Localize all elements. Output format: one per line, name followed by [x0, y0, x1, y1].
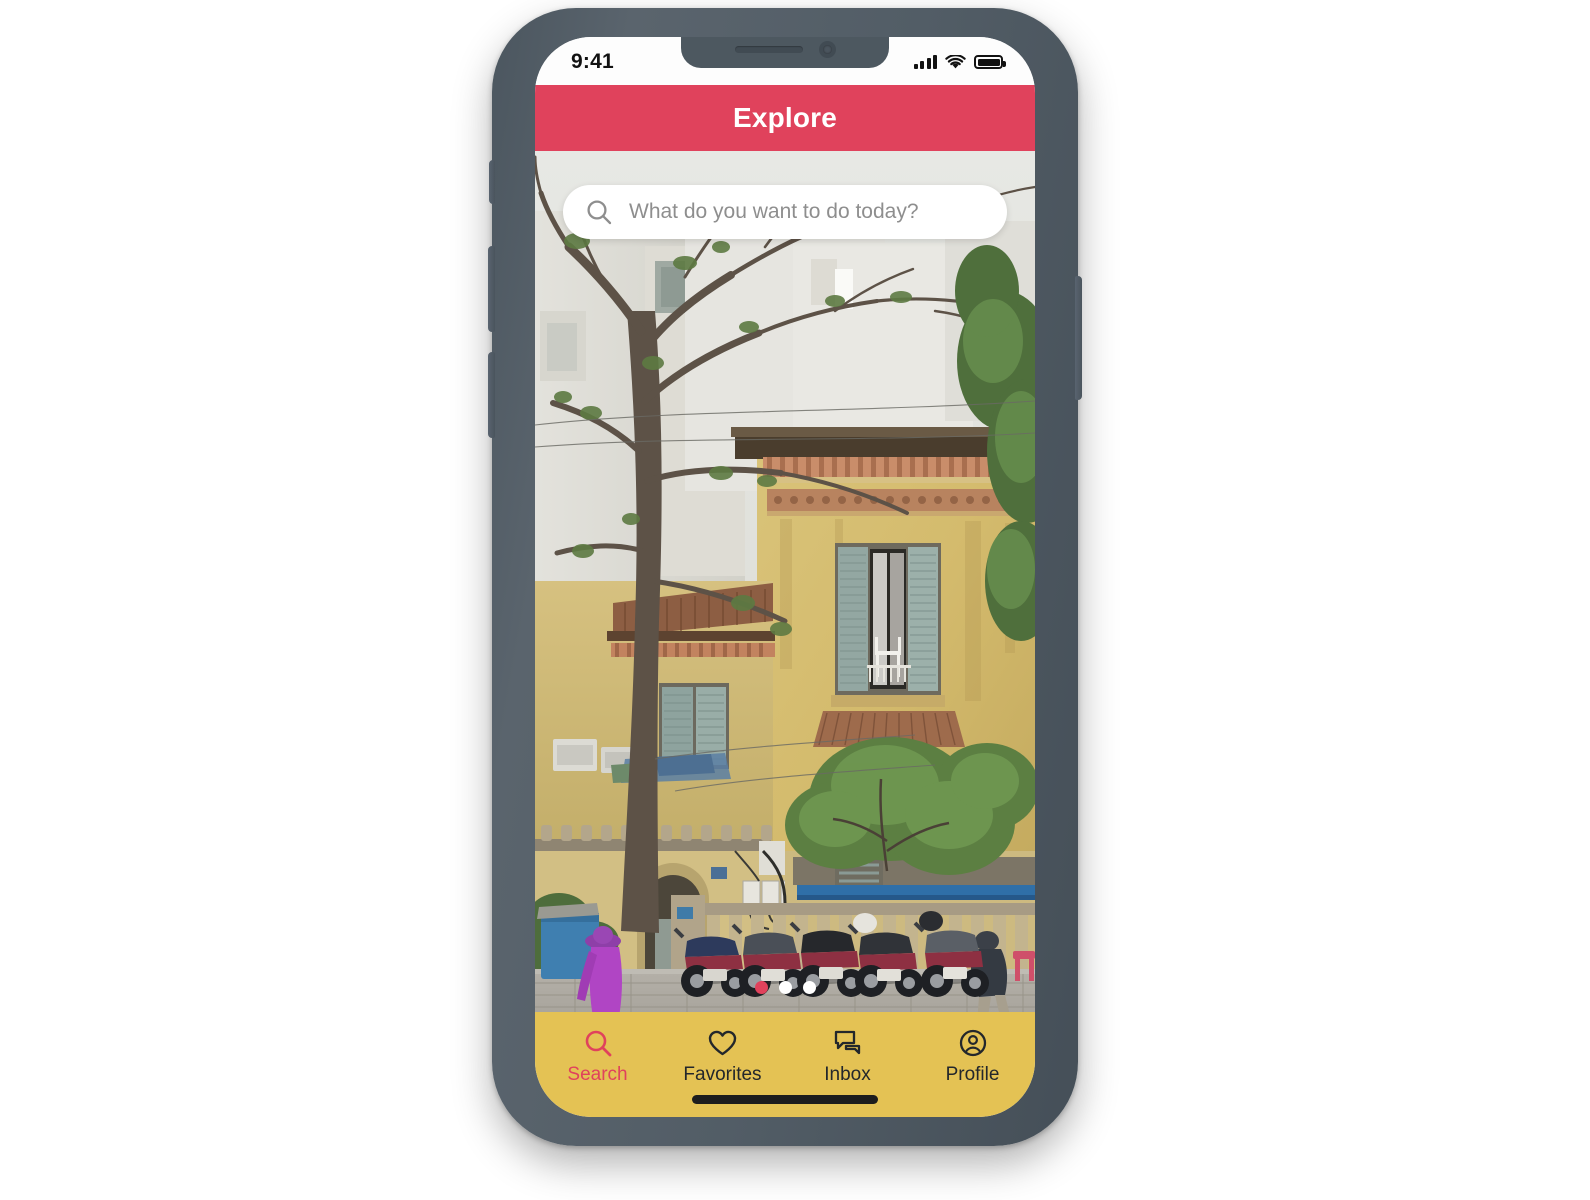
- account-circle-icon: [958, 1026, 988, 1059]
- tab-profile[interactable]: Profile: [910, 1026, 1035, 1086]
- tab-favorites[interactable]: Favorites: [660, 1026, 785, 1086]
- carousel-page-indicator[interactable]: [535, 981, 1035, 994]
- search-icon: [583, 1026, 613, 1059]
- home-indicator[interactable]: [692, 1095, 878, 1104]
- front-camera-icon: [818, 41, 836, 58]
- app-header-bar: Explore: [535, 85, 1035, 151]
- heart-icon: [707, 1026, 738, 1059]
- phone-screen: 9:41 Explore What do you want to do toda…: [535, 37, 1035, 1117]
- hero-image-carousel[interactable]: What do you want to do today?: [535, 151, 1035, 1012]
- page-dot-1[interactable]: [754, 981, 768, 994]
- device-notch: [681, 37, 889, 68]
- chat-bubbles-icon: [833, 1026, 863, 1059]
- volume-down-button[interactable]: [488, 352, 495, 438]
- tab-label-search: Search: [567, 1064, 628, 1085]
- wifi-icon: [945, 54, 966, 68]
- signal-bars-icon: [913, 55, 937, 69]
- tab-label-inbox: Inbox: [824, 1064, 871, 1085]
- tab-label-favorites: Favorites: [683, 1064, 762, 1085]
- status-bar-time: 9:41: [571, 50, 614, 73]
- phone-device-frame: 9:41 Explore What do you want to do toda…: [488, 8, 1082, 1146]
- search-bar[interactable]: What do you want to do today?: [563, 185, 1007, 239]
- volume-up-button[interactable]: [488, 246, 495, 332]
- silent-switch-button[interactable]: [489, 160, 495, 204]
- page-dot-2[interactable]: [778, 981, 792, 994]
- search-input-container[interactable]: What do you want to do today?: [563, 185, 1007, 239]
- tab-search[interactable]: Search: [535, 1026, 660, 1086]
- page-dot-3[interactable]: [802, 981, 816, 994]
- power-button[interactable]: [1075, 276, 1082, 400]
- screenshot-canvas: 9:41 Explore What do you want to do toda…: [0, 0, 1590, 1200]
- status-bar-indicators: [913, 54, 1006, 70]
- search-input[interactable]: What do you want to do today?: [629, 200, 919, 224]
- battery-full-icon: [974, 55, 1006, 69]
- speaker-slot-icon: [734, 46, 803, 53]
- tab-inbox[interactable]: Inbox: [785, 1026, 910, 1086]
- street-scene-photo: [535, 151, 1035, 1012]
- page-title: Explore: [732, 102, 838, 133]
- tab-label-profile: Profile: [945, 1064, 1000, 1085]
- search-icon: [587, 200, 612, 225]
